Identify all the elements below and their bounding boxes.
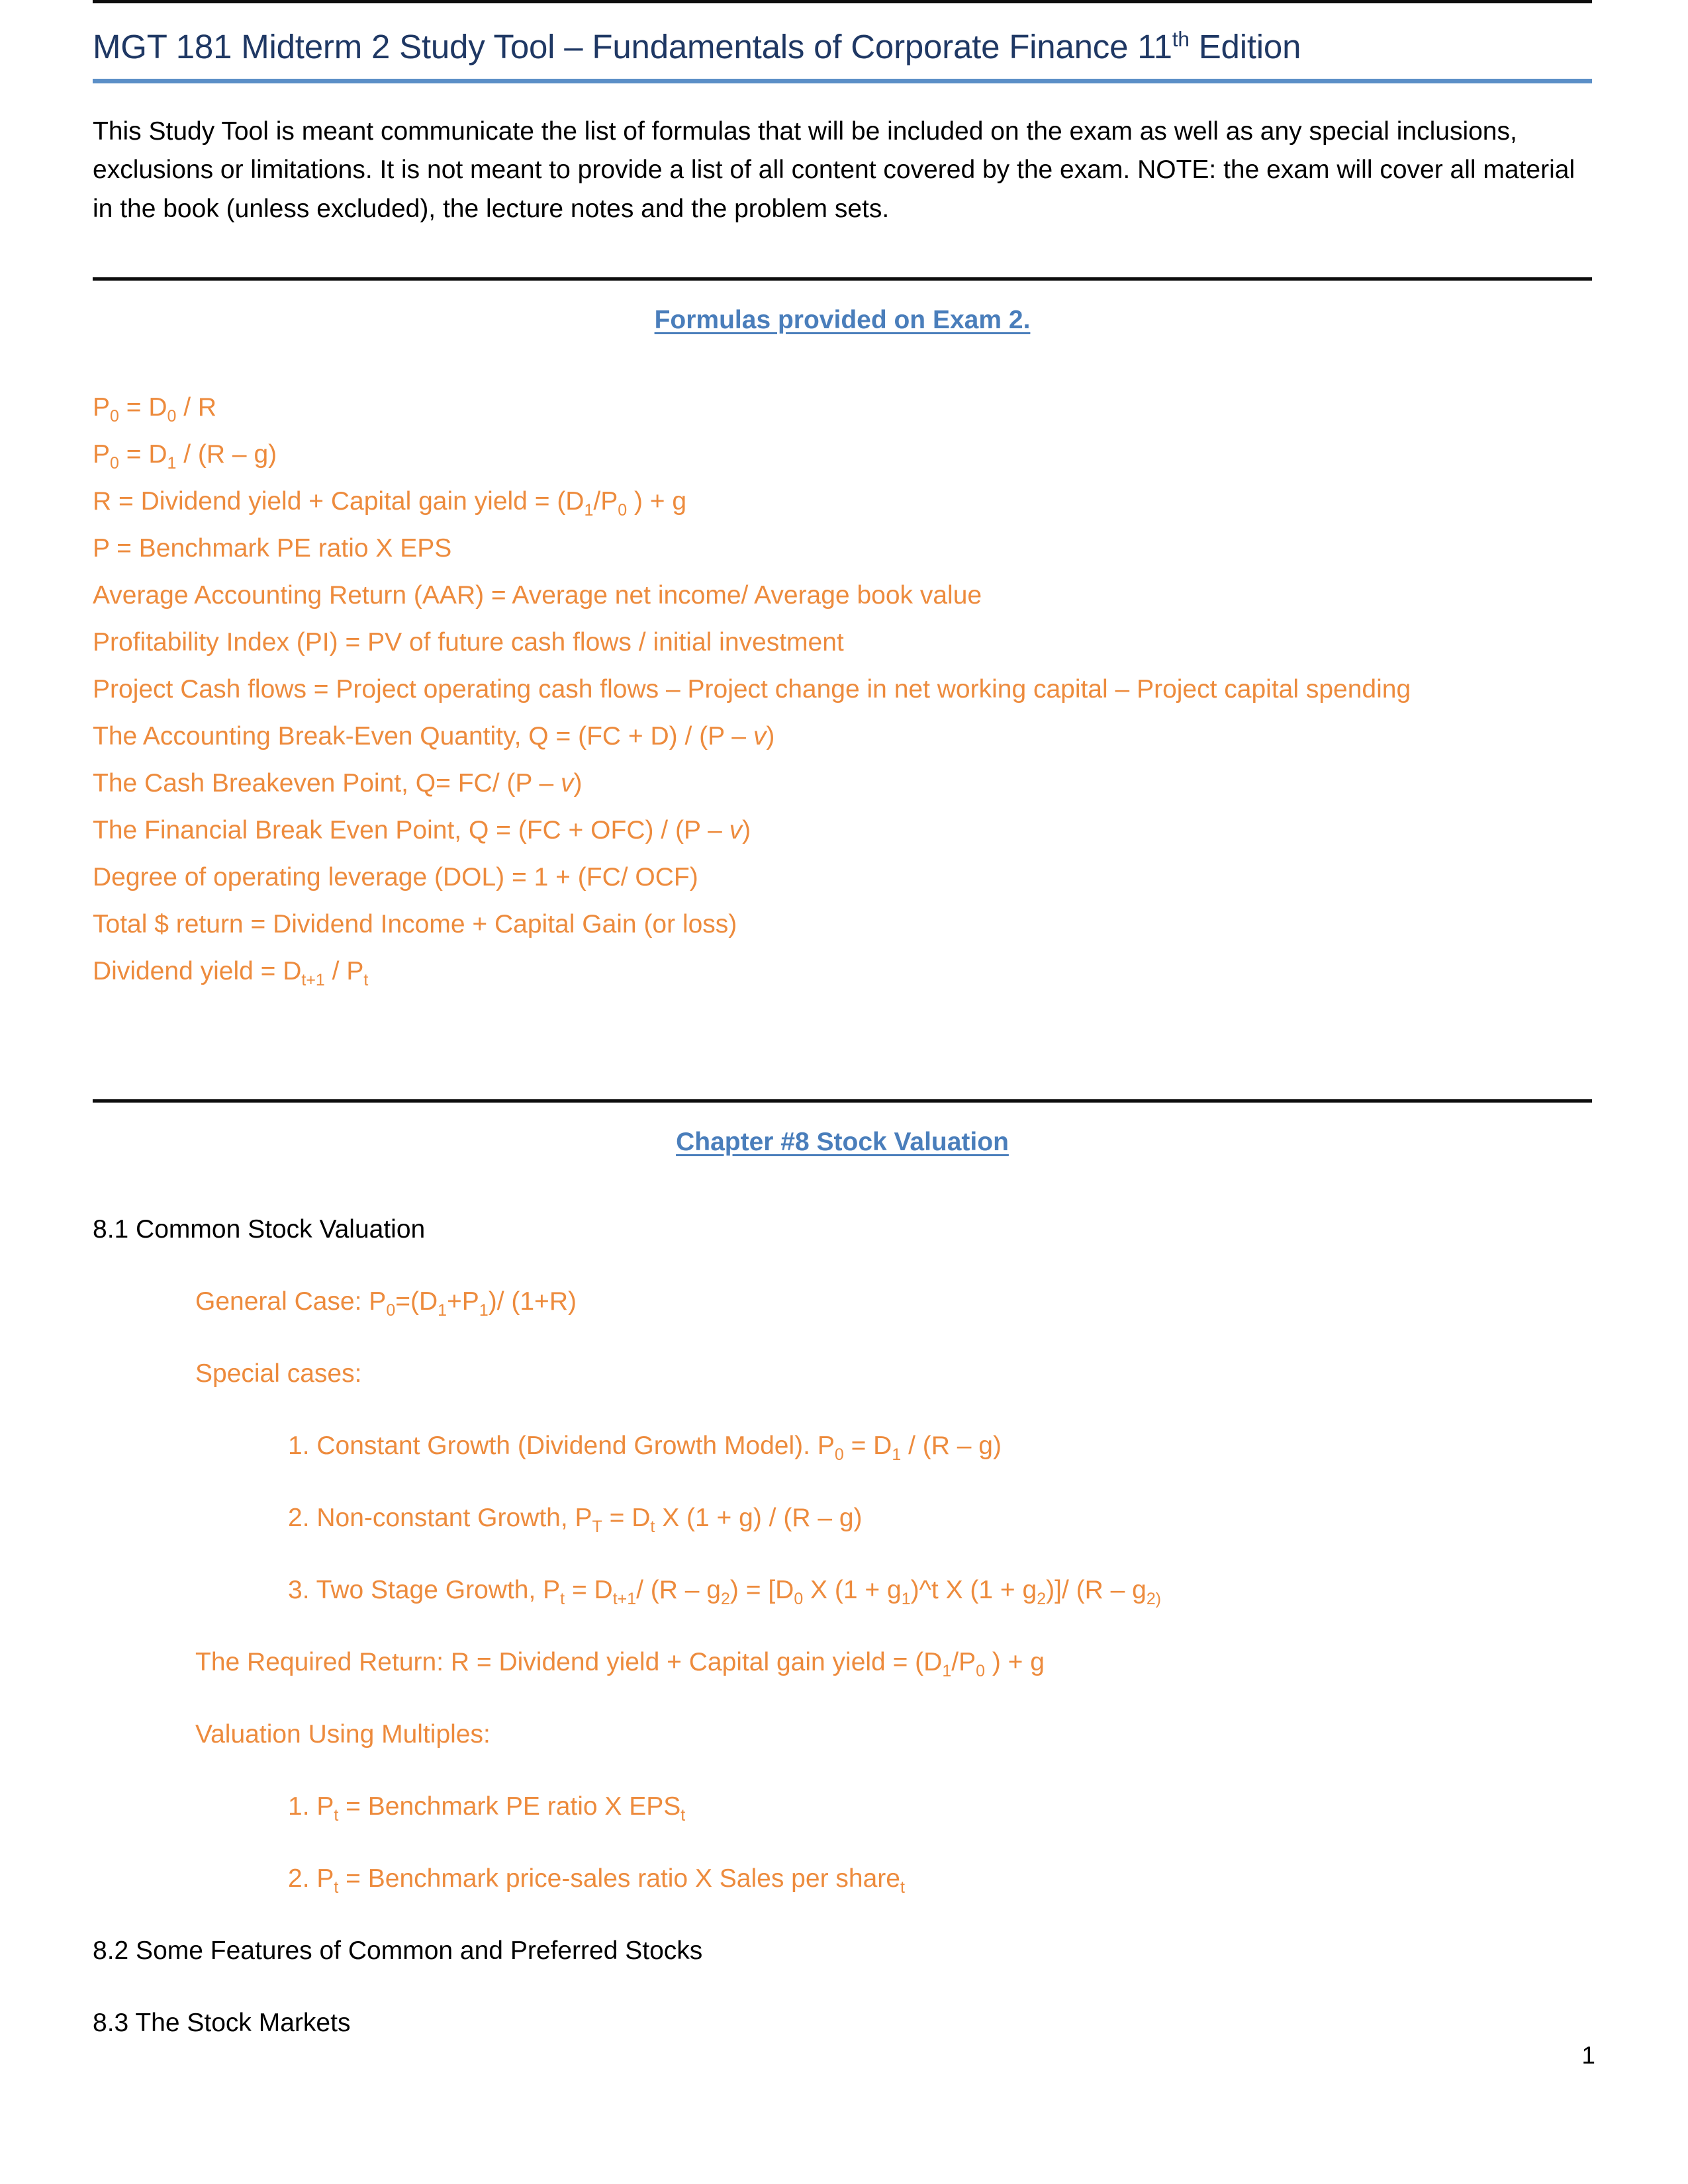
formula-item: The Financial Break Even Point, Q = (FC …: [93, 816, 751, 845]
formula-list: P0 = D0 / R P0 = D1 / (R – g) R = Divide…: [93, 384, 1595, 995]
formula-item: Project Cash flows = Project operating c…: [93, 675, 1411, 704]
formula-item: Profitability Index (PI) = PV of future …: [93, 628, 844, 657]
formula-item: Total $ return = Dividend Income + Capit…: [93, 910, 737, 939]
formula-item: P0 = D0 / R: [93, 393, 217, 426]
chapter8-heading: Chapter #8 Stock Valuation: [676, 1128, 1009, 1157]
page-title-ordinal: th: [1172, 27, 1190, 51]
page-title: MGT 181 Midterm 2 Study Tool – Fundament…: [93, 3, 1595, 79]
document-page: MGT 181 Midterm 2 Study Tool – Fundament…: [0, 0, 1688, 2184]
formulas-section-heading: Formulas provided on Exam 2.: [654, 306, 1031, 335]
special-cases-label: Special cases:: [195, 1359, 362, 1388]
header-rule-bottom: [93, 78, 1592, 83]
subsection-8-1: 8.1 Common Stock Valuation: [93, 1215, 426, 1244]
subsection-8-2: 8.2 Some Features of Common and Preferre…: [93, 1936, 703, 1966]
required-return-formula: The Required Return: R = Dividend yield …: [195, 1648, 1045, 1681]
special-cases-list: 1. Constant Growth (Dividend Growth Mode…: [93, 1422, 1595, 1614]
formula-item: Dividend yield = Dt+1 / Pt: [93, 957, 369, 990]
valuation-multiples-label: Valuation Using Multiples:: [195, 1720, 491, 1749]
special-case-item: 3. Two Stage Growth, Pt = Dt+1/ (R – g2)…: [288, 1576, 1162, 1609]
formula-item: The Accounting Break-Even Quantity, Q = …: [93, 722, 775, 751]
formula-item: R = Dividend yield + Capital gain yield …: [93, 487, 687, 520]
valuation-multiple-item: 1. Pt = Benchmark PE ratio X EPSt: [288, 1792, 686, 1825]
page-content: MGT 181 Midterm 2 Study Tool – Fundament…: [93, 0, 1595, 2046]
formula-item: P = Benchmark PE ratio X EPS: [93, 534, 452, 563]
page-title-prefix: MGT 181 Midterm 2 Study Tool – Fundament…: [93, 28, 1172, 66]
special-case-item: 2. Non-constant Growth, PT = Dt X (1 + g…: [288, 1504, 863, 1537]
special-case-item: 1. Constant Growth (Dividend Growth Mode…: [288, 1432, 1002, 1465]
formula-item: Degree of operating leverage (DOL) = 1 +…: [93, 863, 698, 892]
page-title-suffix: Edition: [1189, 28, 1301, 66]
valuation-multiples-list: 1. Pt = Benchmark PE ratio X EPSt 2. Pt …: [93, 1783, 1595, 1902]
formula-item: Average Accounting Return (AAR) = Averag…: [93, 581, 982, 610]
page-number: 1: [1581, 2042, 1595, 2069]
formula-item: The Cash Breakeven Point, Q= FC/ (P – v): [93, 769, 583, 798]
valuation-multiple-item: 2. Pt = Benchmark price-sales ratio X Sa…: [288, 1864, 905, 1897]
general-case-formula: General Case: P0=(D1+P1)/ (1+R): [195, 1287, 577, 1320]
formula-item: P0 = D1 / (R – g): [93, 440, 277, 473]
intro-paragraph: This Study Tool is meant communicate the…: [93, 116, 1575, 223]
subsection-8-3: 8.3 The Stock Markets: [93, 2009, 351, 2038]
